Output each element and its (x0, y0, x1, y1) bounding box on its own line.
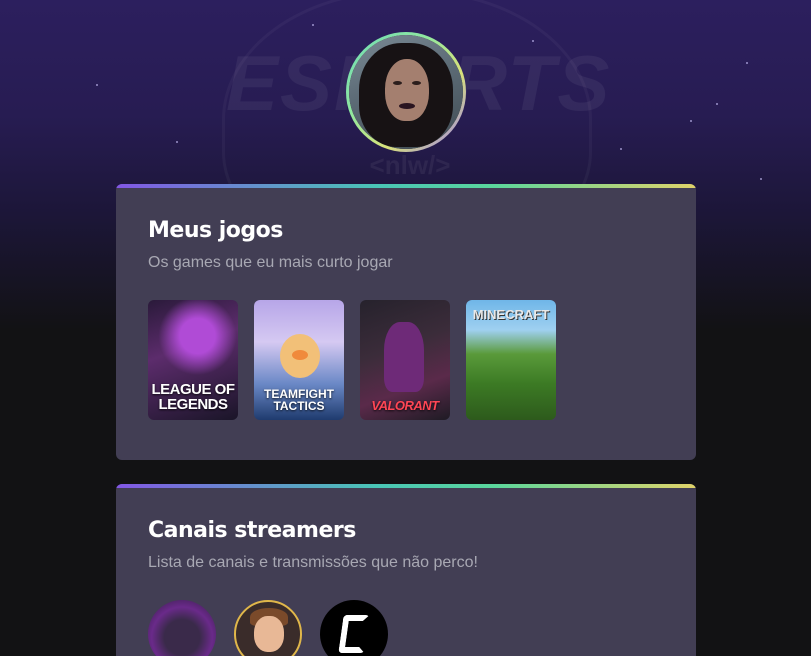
streamers-title: Canais streamers (148, 518, 356, 543)
game-logo-text: MINECRAFT (472, 307, 550, 322)
streamers-card: Canais streamers Lista de canais e trans… (116, 484, 696, 656)
game-league-of-legends[interactable]: LEAGUE OF LEGENDS (148, 300, 238, 420)
games-card: Meus jogos Os games que eu mais curto jo… (116, 184, 696, 460)
profile-avatar-ring (346, 32, 466, 152)
games-subtitle: Os games que eu mais curto jogar (148, 254, 393, 271)
game-teamfight-tactics[interactable]: TEAMFIGHT TACTICS (254, 300, 344, 420)
game-minecraft[interactable]: MINECRAFT (466, 300, 556, 420)
streamer-avatar[interactable] (148, 600, 216, 656)
profile-avatar (349, 35, 463, 149)
game-logo-text: TEAMFIGHT TACTICS (264, 387, 334, 413)
streamer-avatar[interactable] (234, 600, 302, 656)
games-list: LEAGUE OF LEGENDS TEAMFIGHT TACTICS VALO… (148, 300, 556, 420)
streamer-avatar[interactable] (320, 600, 388, 656)
pengu-illustration (280, 334, 320, 378)
game-valorant[interactable]: VALORANT (360, 300, 450, 420)
streamers-list (148, 600, 388, 656)
channel-logo-icon (338, 615, 370, 653)
game-logo-text: VALORANT (371, 398, 439, 413)
agent-illustration (384, 322, 424, 392)
nlw-watermark: <nlw/> (369, 150, 451, 180)
game-logo-text: LEAGUE OF LEGENDS (151, 381, 235, 413)
games-title: Meus jogos (148, 218, 283, 243)
streamers-subtitle: Lista de canais e transmissões que não p… (148, 554, 478, 571)
